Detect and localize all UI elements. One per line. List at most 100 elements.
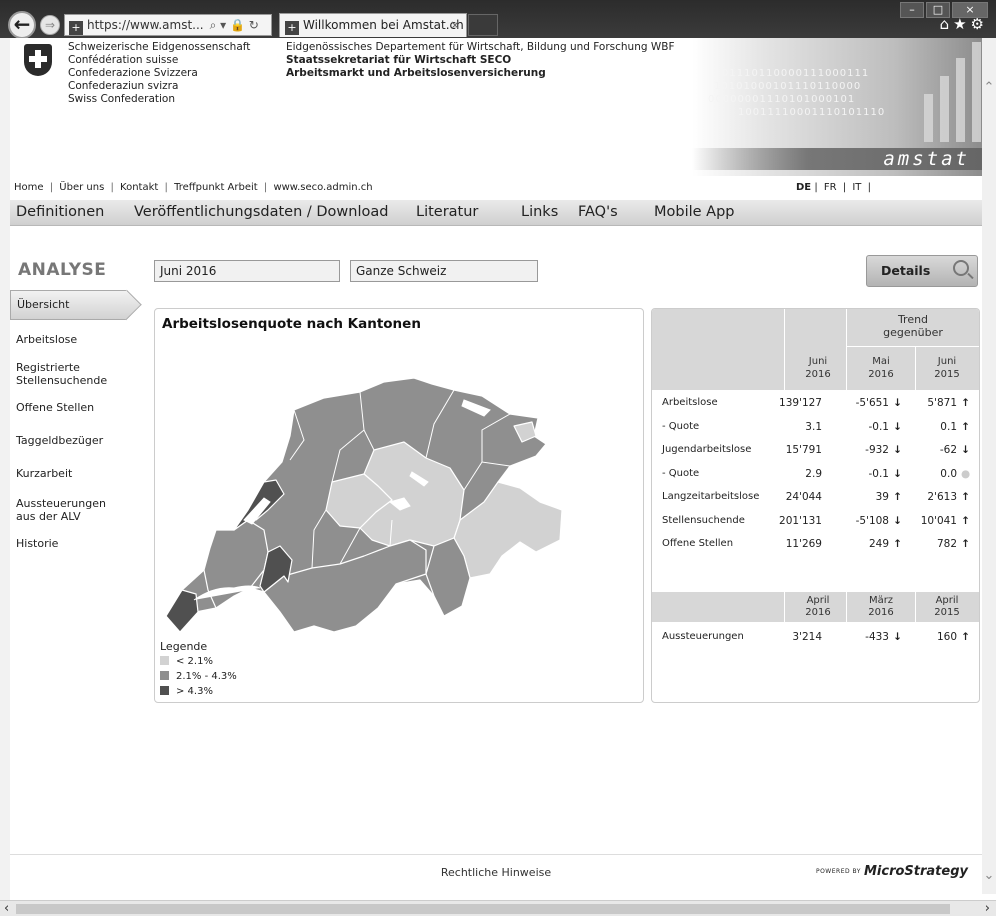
address-tools-icon[interactable]: ⌕ ▾ 🔒 ↻ [210,18,259,32]
stat-cell-value: 15'791 [760,444,822,456]
legend-label-mid: 2.1% - 4.3% [176,671,237,682]
site-header: Schweizerische Eidgenossenschaft Confédé… [10,38,982,176]
lang-sep: | [867,182,871,193]
nav-seco[interactable]: www.seco.admin.ch [273,182,372,193]
nav-about[interactable]: Über uns [59,182,104,193]
trend-heading: Trend gegenüber [883,313,943,339]
nav-mobile-app[interactable]: Mobile App [654,200,735,225]
stat-cell-vs-prev-month: 249 ↑ [824,538,902,550]
page-left-edge [0,38,10,900]
col-current: Juni 2016 [805,356,831,380]
arrow-up-icon: ↑ [961,420,970,433]
region-select[interactable]: Ganze Schweiz [350,260,538,282]
arrow-up-icon: ↑ [961,538,970,550]
details-button[interactable]: Details [866,255,978,287]
browser-tab[interactable]: + Willkommen bei Amstat.ch × [279,13,467,37]
stat-cell-vs-prev-month: -5'108 ↓ [824,515,902,527]
stat-value: -5'108 [855,514,889,527]
col-prev-year: Juni 2015 [934,356,960,380]
nav-literatur[interactable]: Literatur [416,200,478,225]
nav-contact[interactable]: Kontakt [120,182,158,193]
header-divider [846,346,979,347]
search-icon [953,260,969,276]
side-item-kurzarbeit[interactable]: Kurzarbeit [16,467,72,480]
stat-cell-vs-prev-year: 10'041 ↑ [892,515,970,527]
stat-value: -932 [865,444,889,456]
stat-cell-vs-prev-year: 0.1 ↑ [892,421,970,433]
nav-home[interactable]: Home [14,182,44,193]
nav-sep: | [263,182,268,193]
amstat-page: Schweizerische Eidgenossenschaft Confédé… [10,38,982,906]
powered-by-label: POWERED BY [815,868,861,875]
arrow-up-icon: ↑ [961,491,970,503]
vertical-scrollbar[interactable] [982,38,996,894]
stat-value: 139'127 [779,397,822,409]
header-divider [784,309,785,390]
side-item-taggeld[interactable]: Taggeldbezüger [16,434,103,447]
nav-links[interactable]: Links [521,200,558,225]
scroll-left-icon[interactable]: ‹ [4,901,9,916]
stat-value: 15'791 [785,444,822,456]
address-bar[interactable]: + https://www.amst... ⌕ ▾ 🔒 ↻ [64,14,272,36]
department-block: Eidgenössisches Departement für Wirtscha… [286,41,675,80]
lang-de[interactable]: DE [796,182,811,193]
banner-digits-4: 10011110001110101110 [738,107,886,118]
stat-value: -0.1 [868,467,890,480]
scroll-up-icon[interactable]: ⌃ [982,80,996,95]
stat-row-label: Offene Stellen [662,538,734,549]
side-item-aussteuerungen[interactable]: Aussteuerungen aus der ALV [16,497,106,523]
new-tab-button[interactable] [468,14,498,36]
legend-item-mid: 2.1% - 4.3% [160,670,237,683]
site-favicon-icon: + [69,21,83,35]
stat-cell-value: 2.9 [760,468,822,480]
scroll-right-icon[interactable]: › [985,901,990,916]
nav-treffpunkt[interactable]: Treffpunkt Arbeit [174,182,258,193]
forward-arrow-icon[interactable]: ⇒ [40,15,60,35]
stat-value: 3.1 [805,420,822,433]
stat-value: -5'651 [855,397,889,409]
amstat-brand: amstat [883,148,970,170]
nav-faq[interactable]: FAQ's [578,200,618,225]
stat-cell-vs-prev-month: -0.1 ↓ [824,421,902,433]
legend-item-high: > 4.3% [160,685,213,698]
secretariat-name: Staatssekretariat für Wirtschaft SECO [286,54,512,66]
stat-value: -433 [865,631,889,643]
stat-row-label: Arbeitslose [662,397,718,408]
horizontal-scrollbar[interactable]: ‹ › [0,900,996,916]
canton-map [165,377,563,633]
scrollbar-thumb[interactable] [16,904,950,914]
legend-label-high: > 4.3% [176,686,213,697]
side-item-offene-stellen[interactable]: Offene Stellen [16,401,94,414]
side-item-arbeitslose[interactable]: Arbeitslose [16,333,77,346]
canton-geneva [165,589,199,633]
tab-title: Willkommen bei Amstat.ch [303,18,464,32]
nav-download[interactable]: Veröffentlichungsdaten / Download [134,200,388,225]
confederation-it: Confederazione Svizzera [68,67,198,79]
lang-it[interactable]: IT [852,182,861,193]
period-select[interactable]: Juni 2016 [154,260,340,282]
banner-digits-3: 00000001110101000101 [708,94,856,105]
arrow-up-icon: ↑ [961,514,970,527]
browser-tool-icons[interactable]: ⌂★⚙ [940,15,988,33]
stat-cell-vs-prev-month: -932 ↓ [824,444,902,456]
side-item-historie[interactable]: Historie [16,537,58,550]
neutral-dot-icon: ● [961,467,971,480]
lang-fr[interactable]: FR [824,182,837,193]
stat-cell-value: 3.1 [760,421,822,433]
unit-name: Arbeitsmarkt und Arbeitslosenversicherun… [286,67,546,79]
nav-definitionen[interactable]: Definitionen [16,200,104,225]
stat-row-label: Aussteuerungen [662,631,744,642]
banner-bar [940,76,949,142]
stat-cell-vs-prev-month: 39 ↑ [824,491,902,503]
tab-close-icon[interactable]: × [450,14,460,36]
confederation-de: Schweizerische Eidgenossenschaft [68,41,251,53]
back-arrow-icon[interactable]: ← [8,11,36,39]
nav-sep: | [164,182,168,193]
side-item-stellensuchende[interactable]: Registrierte Stellensuchende [16,361,107,387]
side-item-ubersicht[interactable]: Übersicht [10,290,126,320]
amstat-banner: 01110110000111000111 1010100010111011000… [692,38,982,176]
scroll-down-icon[interactable]: ⌄ [982,868,996,883]
minimize-button[interactable]: – [900,2,924,18]
stat-cell-vs-prev-year: 782 ↑ [892,538,970,550]
stat-value: 249 [868,538,889,550]
